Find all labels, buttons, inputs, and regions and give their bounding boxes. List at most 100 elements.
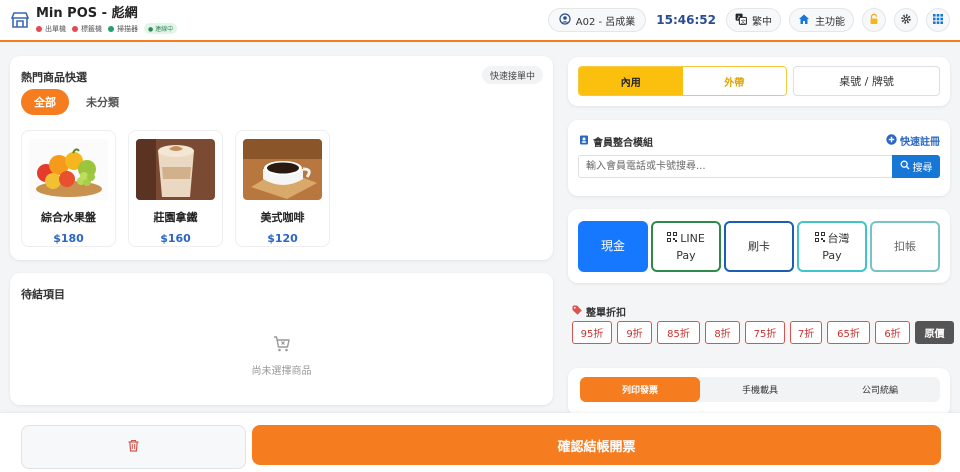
user-button[interactable]: A02 - 呂成業 [547, 8, 647, 32]
quick-register-link[interactable]: 快速註冊 [886, 133, 940, 148]
trash-icon [127, 439, 140, 455]
table-number-button[interactable]: 桌號 / 牌號 [793, 66, 940, 96]
status-dot [108, 25, 114, 32]
device-label: 掃描器 [117, 24, 138, 33]
footer-bar: 確認結帳開票 [0, 413, 960, 472]
tab-print-invoice[interactable]: 列印發票 [580, 377, 700, 402]
member-title: 會員整合模組 [593, 138, 653, 149]
search-label: 搜尋 [912, 163, 933, 174]
fruit-platter-image [29, 139, 108, 200]
discount-header: 整單折扣 [572, 304, 626, 319]
product-price: $120 [267, 232, 298, 245]
app-title: Min POS - 彪網 [36, 6, 138, 21]
connection-badge: ● 連線中 [144, 23, 178, 34]
device-receipt-printer: 出單機 [36, 24, 66, 34]
member-header: 會員整合模組 [579, 134, 653, 149]
member-search-button[interactable]: 搜尋 [892, 155, 940, 178]
pending-items-title: 待結項目 [21, 288, 65, 301]
gear-icon [900, 13, 912, 28]
tag-icon [572, 305, 582, 318]
pay-line-pay-button[interactable]: LINE Pay [651, 221, 721, 272]
pay-taiwan-pay-button[interactable]: 台灣 Pay [797, 221, 867, 272]
invoice-tabs: 列印發票 手機載具 公司統編 [580, 377, 940, 402]
discount-65-button[interactable]: 65折 [827, 321, 870, 344]
qr-code-icon [814, 230, 825, 247]
dine-in-button[interactable]: 內用 [579, 67, 683, 95]
translate-icon: A文 [735, 13, 747, 28]
category-tab-all[interactable]: 全部 [21, 89, 69, 115]
category-tab-uncategorized[interactable]: 未分類 [73, 89, 132, 115]
discount-70-button[interactable]: 7折 [790, 321, 822, 344]
discount-60-button[interactable]: 6折 [875, 321, 910, 344]
home-icon [798, 13, 810, 28]
user-name: A02 - 呂成業 [575, 16, 636, 28]
language-label: 繁中 [752, 16, 772, 28]
tab-mobile-carrier[interactable]: 手機載具 [700, 377, 820, 402]
original-price-button[interactable]: 原價 [915, 321, 954, 344]
hot-products-title: 熱門商品快選 [21, 71, 87, 84]
takeout-button[interactable]: 外帶 [682, 67, 786, 95]
product-card[interactable]: 綜合水果盤 $180 [21, 130, 116, 247]
discount-options: 95折 9折 85折 8折 75折 7折 65折 6折 原價 [572, 321, 954, 344]
category-tabs: 全部 未分類 [21, 89, 132, 115]
hot-products-panel: 熱門商品快選 快速接單中 全部 未分類 綜合水果盤 $180 莊園拿鐵 $160… [10, 56, 553, 260]
discount-panel: 整單折扣 95折 9折 85折 8折 75折 7折 65折 6折 原價 [568, 295, 954, 351]
member-card-icon [579, 135, 589, 148]
qr-code-icon [667, 230, 678, 247]
main-menu-button[interactable]: 主功能 [789, 8, 854, 32]
invoice-panel: 列印發票 手機載具 公司統編 [568, 368, 950, 416]
product-name: 美式咖啡 [260, 211, 305, 224]
device-label: 標籤機 [81, 24, 102, 33]
discount-90-button[interactable]: 9折 [617, 321, 652, 344]
lock-icon [868, 13, 880, 28]
quick-order-badge: 快速接單中 [481, 66, 543, 84]
pay-card-button[interactable]: 刷卡 [724, 221, 794, 272]
pay-taiwan-label-1: 台灣 [827, 231, 850, 245]
device-label: 出單機 [45, 24, 66, 33]
lock-button[interactable] [862, 8, 886, 32]
product-price: $160 [160, 232, 191, 245]
member-panel: 會員整合模組 快速註冊 搜尋 [568, 120, 950, 196]
product-name: 綜合水果盤 [41, 211, 96, 224]
pay-account-button[interactable]: 扣帳 [870, 221, 940, 272]
device-status: 出單機 標籤機 掃描器 ● 連線中 [36, 23, 178, 34]
clear-order-button[interactable] [21, 425, 246, 469]
discount-95-button[interactable]: 95折 [572, 321, 612, 344]
order-type-toggle: 內用 外帶 [578, 66, 787, 96]
product-grid: 綜合水果盤 $180 莊園拿鐵 $160 美式咖啡 $120 [21, 130, 330, 247]
product-name: 莊園拿鐵 [153, 211, 198, 224]
main-menu-label: 主功能 [815, 16, 845, 28]
discount-75-button[interactable]: 75折 [745, 321, 785, 344]
discount-85-button[interactable]: 85折 [657, 321, 700, 344]
discount-title: 整單折扣 [586, 308, 626, 319]
settings-button[interactable] [894, 8, 918, 32]
product-card[interactable]: 美式咖啡 $120 [235, 130, 330, 247]
empty-state-text: 尚未選擇商品 [251, 366, 312, 377]
discount-80-button[interactable]: 8折 [705, 321, 740, 344]
pay-cash-button[interactable]: 現金 [578, 221, 648, 272]
empty-state: 尚未選擇商品 [10, 335, 553, 377]
clock: 15:46:52 [656, 13, 716, 27]
order-type-panel: 內用 外帶 桌號 / 牌號 [568, 57, 950, 106]
language-button[interactable]: A文 繁中 [726, 8, 781, 32]
pay-taiwan-label-2: Pay [822, 248, 842, 262]
product-price: $180 [53, 232, 84, 245]
pay-line-label-2: Pay [676, 248, 696, 262]
store-icon [10, 10, 30, 30]
member-search-input[interactable] [578, 155, 892, 178]
status-dot [72, 25, 78, 32]
user-circle-icon [559, 12, 571, 28]
confirm-checkout-button[interactable]: 確認結帳開票 [252, 425, 941, 465]
empty-cart-icon [273, 335, 291, 356]
product-card[interactable]: 莊園拿鐵 $160 [128, 130, 223, 247]
apps-button[interactable] [926, 8, 950, 32]
latte-image [136, 139, 215, 200]
pending-items-panel: 待結項目 尚未選擇商品 [10, 273, 553, 405]
search-icon [900, 160, 910, 173]
tab-company-tax-id[interactable]: 公司統編 [820, 377, 940, 402]
pay-line-label-1: LINE [680, 231, 705, 245]
svg-text:文: 文 [741, 18, 746, 25]
device-label-printer: 標籤機 [72, 24, 102, 34]
plus-circle-icon [886, 133, 897, 148]
quick-register-label: 快速註冊 [900, 137, 940, 148]
